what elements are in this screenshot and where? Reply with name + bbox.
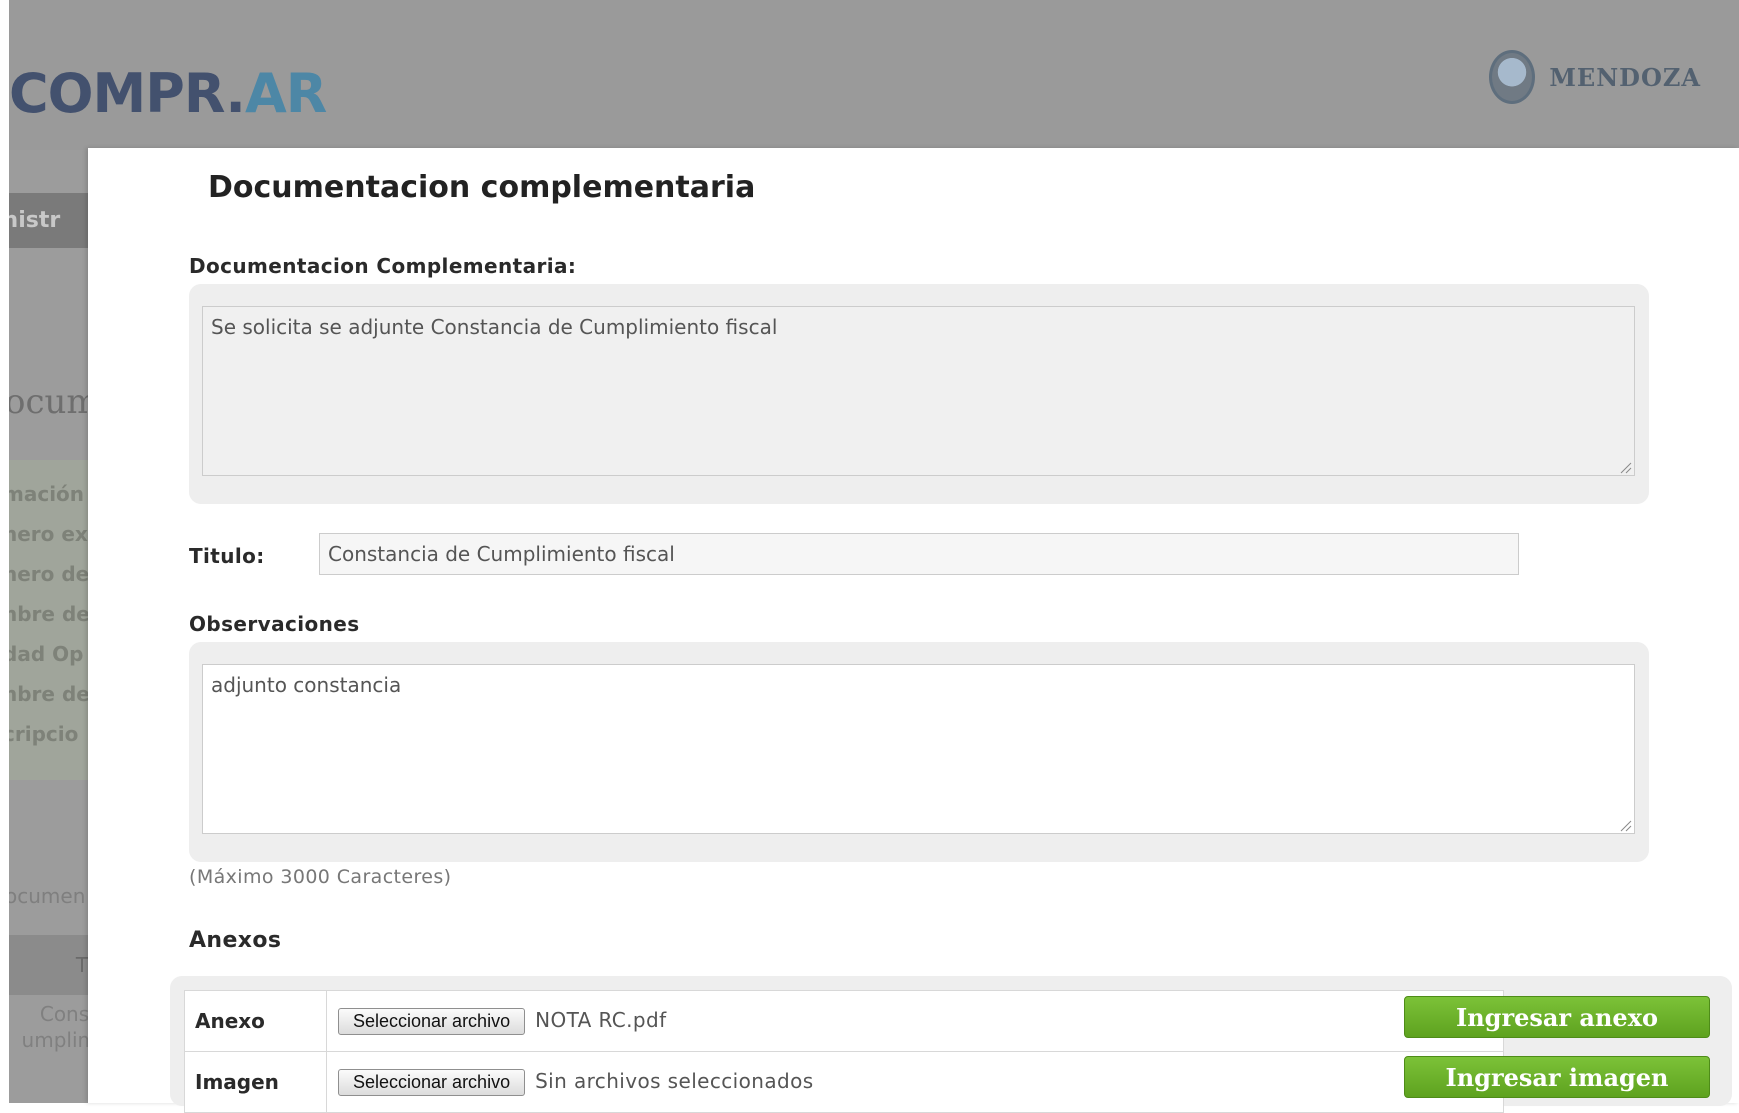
background-table-header: Ti xyxy=(9,935,97,995)
max-characters-hint: (Máximo 3000 Caracteres) xyxy=(189,866,452,888)
doc-complementaria-label: Documentacion Complementaria: xyxy=(189,254,577,278)
titulo-label: Titulo: xyxy=(189,544,265,568)
image-file-name: Sin archivos seleccionados xyxy=(535,1068,814,1093)
modal-title: Documentacion complementaria xyxy=(208,170,756,205)
doc-complementaria-textarea[interactable]: Se solicita se adjunte Constancia de Cum… xyxy=(202,306,1635,476)
annex-file-cell: Seleccionar archivo NOTA RC.pdf xyxy=(326,990,1504,1052)
ingresar-imagen-button[interactable]: Ingresar imagen xyxy=(1404,1056,1710,1098)
select-annex-file-button[interactable]: Seleccionar archivo xyxy=(338,1007,526,1035)
background-subheading: ocumen xyxy=(9,884,86,908)
mendoza-brand: MENDOZA xyxy=(1489,50,1701,104)
anexos-heading: Anexos xyxy=(189,928,282,953)
background-row-text: Const xyxy=(39,1002,97,1026)
documentation-modal: Documentacion complementaria Documentaci… xyxy=(88,148,1739,1113)
background-list-item: nbre de xyxy=(9,682,90,706)
image-file-cell: Seleccionar archivo Sin archivos seleccio… xyxy=(326,1051,1504,1113)
background-list-item: nero ex xyxy=(9,522,88,546)
background-list-item: dad Op xyxy=(9,642,84,666)
observaciones-textarea[interactable]: adjunto constancia xyxy=(202,664,1635,834)
background-heading: ocum xyxy=(9,382,97,422)
background-list-item: nero de xyxy=(9,562,90,586)
background-info-list: mación nero ex nero de nbre de dad Op nb… xyxy=(9,460,97,780)
annexes-table: Anexo Seleccionar archivo NOTA RC.pdf Ima… xyxy=(184,990,1504,1113)
resize-grip-icon[interactable] xyxy=(1618,460,1632,474)
background-list-item: nbre de xyxy=(9,602,90,626)
mendoza-seal-icon xyxy=(1489,50,1536,104)
compr-ar-logo[interactable]: COMPR.AR xyxy=(9,62,327,125)
background-row-text: umplim xyxy=(21,1028,97,1052)
image-row: Imagen Seleccionar archivo Sin archivos s… xyxy=(184,1051,1504,1113)
background-nav-tab: inistr xyxy=(9,193,97,248)
background-list-item: cripcio xyxy=(9,722,79,746)
brand-name: MENDOZA xyxy=(1549,62,1701,92)
annex-file-name: NOTA RC.pdf xyxy=(535,1007,667,1032)
image-row-label: Imagen xyxy=(184,1051,327,1113)
observaciones-label: Observaciones xyxy=(189,612,360,636)
annexes-panel: Anexo Seleccionar archivo NOTA RC.pdf Ima… xyxy=(170,976,1732,1113)
annex-row-label: Anexo xyxy=(184,990,327,1052)
logo-text-suffix: AR xyxy=(244,62,327,125)
ingresar-anexo-button[interactable]: Ingresar anexo xyxy=(1404,996,1710,1038)
titulo-input[interactable] xyxy=(319,533,1519,575)
resize-grip-icon[interactable] xyxy=(1618,818,1632,832)
site-header: COMPR.AR MENDOZA xyxy=(9,0,1739,150)
background-list-item: mación xyxy=(9,482,85,506)
select-image-file-button[interactable]: Seleccionar archivo xyxy=(338,1068,526,1096)
annex-row: Anexo Seleccionar archivo NOTA RC.pdf xyxy=(184,990,1504,1052)
logo-text-main: COMPR. xyxy=(9,62,246,125)
